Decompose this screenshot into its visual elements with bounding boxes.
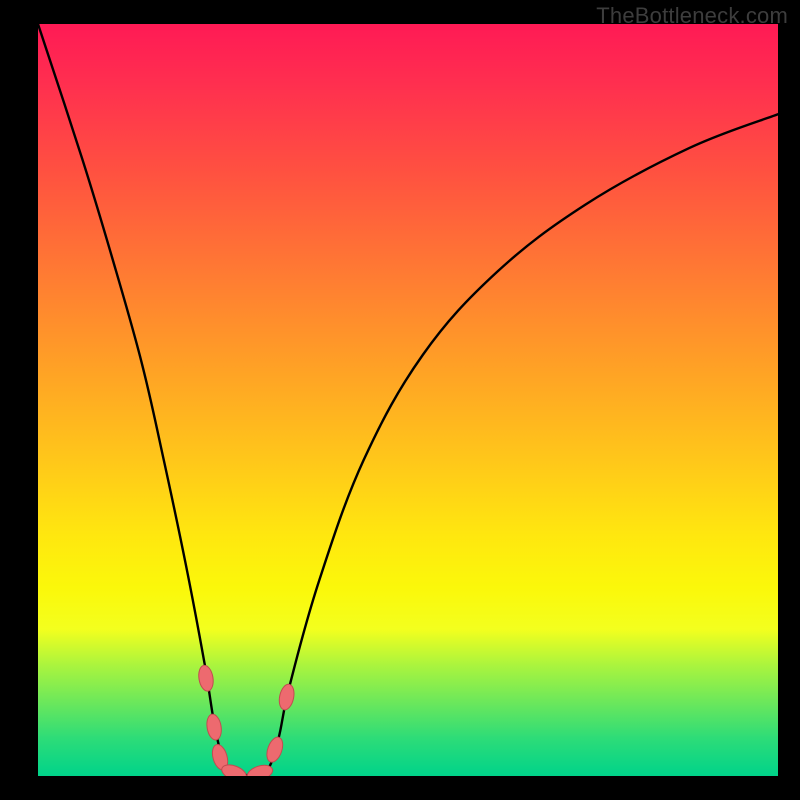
left-marker-mid xyxy=(205,713,223,741)
right-marker-low xyxy=(264,735,286,764)
right-marker-top xyxy=(277,683,296,711)
chart-overlay xyxy=(38,24,778,776)
left-marker-top xyxy=(197,664,215,692)
bottleneck-curve xyxy=(38,24,778,775)
watermark-text: TheBottleneck.com xyxy=(596,3,788,29)
chart-frame: TheBottleneck.com xyxy=(0,0,800,800)
chart-plot-area xyxy=(38,24,778,776)
